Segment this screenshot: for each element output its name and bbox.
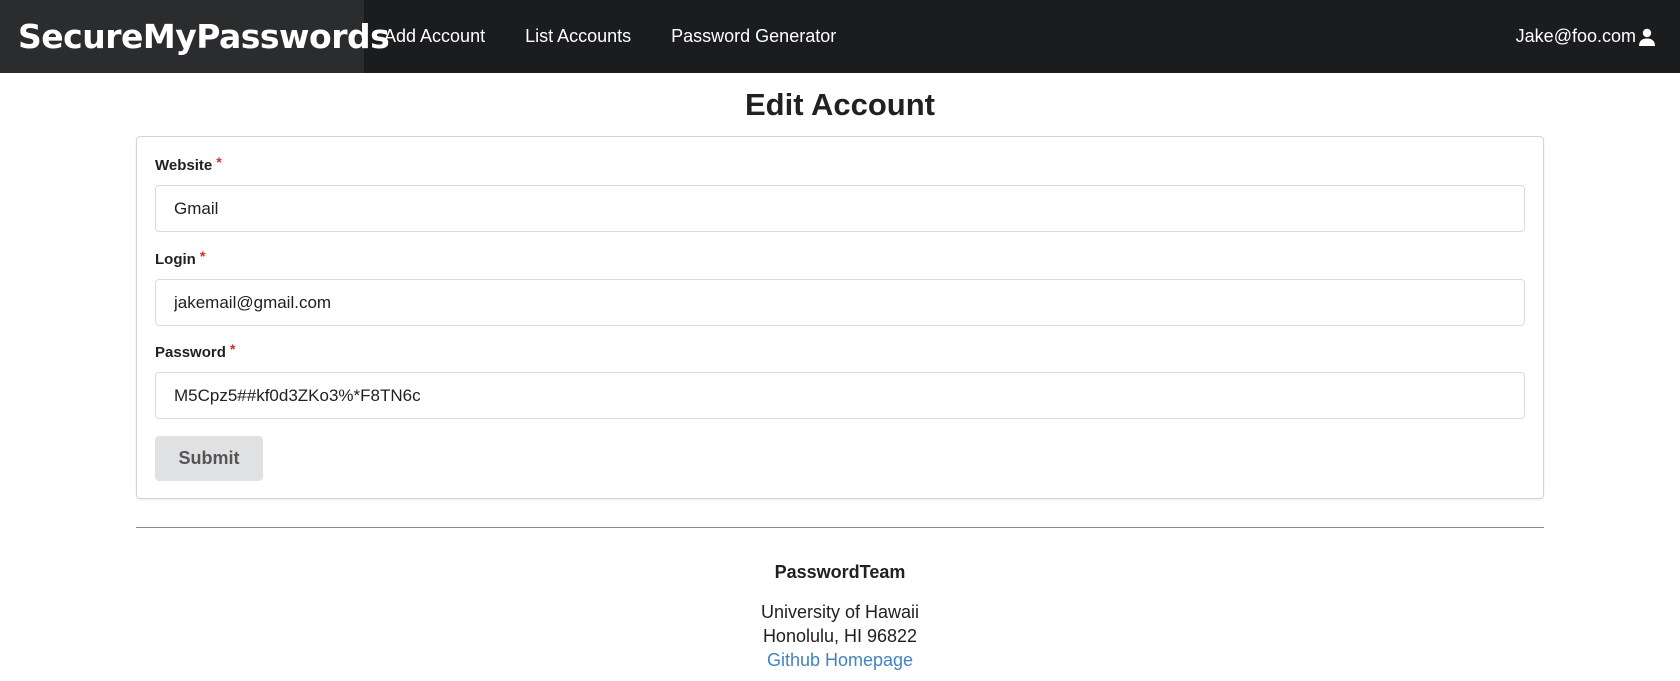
password-label: Password * [155, 341, 1525, 363]
page-title: Edit Account [744, 87, 935, 122]
required-marker: * [216, 154, 222, 170]
website-label: Website * [155, 154, 1525, 176]
user-icon [1638, 28, 1656, 46]
nav-add-account[interactable]: Add Account [364, 0, 505, 73]
brand-logo-link[interactable]: SecureMyPasswords [0, 0, 390, 73]
website-field-group: Website * [155, 154, 1525, 232]
user-email: Jake@foo.com [1515, 26, 1636, 46]
footer-team-name: PasswordTeam [774, 562, 906, 582]
nav-list-accounts[interactable]: List Accounts [505, 0, 651, 73]
login-input[interactable] [155, 279, 1525, 326]
nav-password-generator[interactable]: Password Generator [651, 0, 856, 73]
footer-address-line2: Honolulu, HI 96822 [762, 626, 918, 646]
login-label: Login * [155, 248, 1525, 270]
footer: PasswordTeam University of Hawaii Honolu… [0, 560, 1680, 672]
required-marker: * [229, 341, 236, 357]
top-navbar: SecureMyPasswords Add Account List Accou… [0, 0, 1680, 73]
user-menu[interactable]: Jake@foo.com [1516, 0, 1656, 73]
password-input[interactable] [155, 372, 1525, 419]
website-input[interactable] [155, 185, 1525, 232]
submit-button[interactable]: Submit [155, 436, 263, 481]
edit-account-form: Website * Login * Password * Submit [136, 136, 1544, 499]
login-label-text: Login [155, 251, 196, 268]
login-field-group: Login * [155, 248, 1525, 326]
required-marker: * [199, 248, 206, 264]
password-label-text: Password [155, 344, 226, 361]
website-label-text: Website [155, 157, 213, 174]
footer-divider [136, 527, 1544, 528]
github-homepage-link[interactable]: Github Homepage [767, 648, 913, 672]
password-field-group: Password * [155, 341, 1525, 419]
footer-address-line1: University of Hawaii [760, 602, 920, 622]
